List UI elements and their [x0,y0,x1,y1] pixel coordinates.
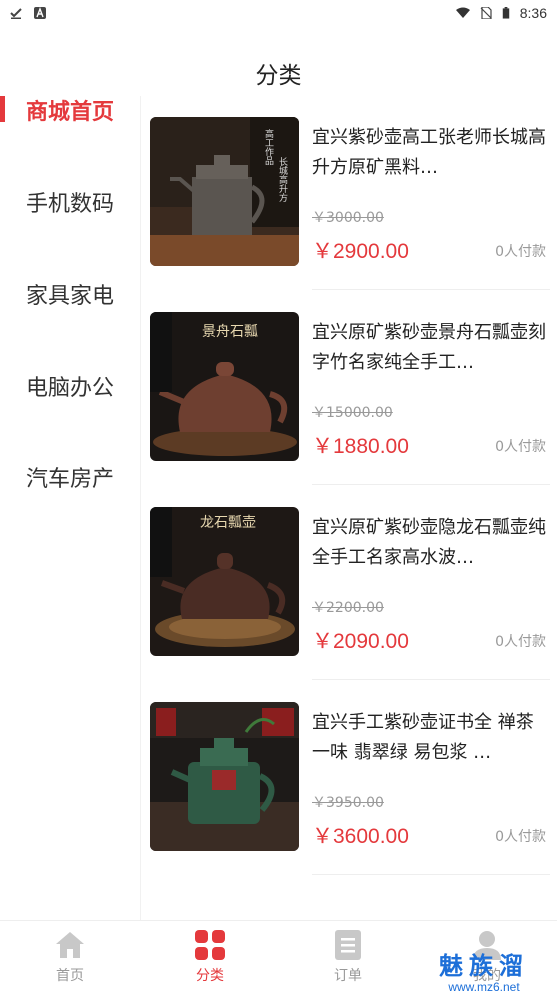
tab-category[interactable]: 分类 [170,929,250,985]
svg-text:高工作品: 高工作品 [263,128,274,166]
sidebar-item-computer-office[interactable]: 电脑办公 [0,356,140,416]
site-watermark: 魅族溜 www.mz6.net [414,952,554,994]
battery-icon [502,7,509,19]
svg-text:长城高升方: 长城高升方 [277,156,288,203]
original-price: ￥3950.00 [312,795,384,811]
sale-price: ￥2900.00 [312,240,409,263]
product-card[interactable]: 宜兴手工紫砂壶证书全 禅茶一味 翡翠绿 易包浆 … ￥3950.00 ￥3600… [150,702,550,875]
sidebar-item-label: 商城首页 [26,100,115,125]
category-sidebar: 商城首页 手机数码 家具家电 电脑办公 汽车房产 [0,80,140,920]
a-badge-icon [34,7,46,19]
product-title[interactable]: 宜兴手工紫砂壶证书全 禅茶一味 翡翠绿 易包浆 … [312,708,548,768]
sold-count: 0人付款 [495,829,546,845]
tab-label: 订单 [334,968,362,984]
sidebar-item-label: 手机数码 [26,192,115,217]
check-download-icon [10,8,22,19]
product-image[interactable] [150,702,299,851]
sale-price: ￥1880.00 [312,435,409,458]
sidebar-item-home-appliances[interactable]: 家具家电 [0,264,140,324]
tab-home[interactable]: 首页 [30,929,110,985]
sale-price: ￥2090.00 [312,630,409,653]
divider [312,484,550,485]
tab-orders[interactable]: 订单 [308,929,388,985]
original-price: ￥2200.00 [312,600,384,616]
sold-count: 0人付款 [495,244,546,260]
sidebar-item-car-property[interactable]: 汽车房产 [0,447,140,507]
watermark-url: www.mz6.net [448,980,520,994]
sold-count: 0人付款 [495,634,546,650]
svg-text:景舟石瓢: 景舟石瓢 [202,324,258,340]
sidebar-item-label: 家具家电 [26,284,115,309]
no-sim-icon [480,7,492,19]
tab-label: 首页 [56,968,84,984]
status-bar: 8:36 [0,0,557,26]
tab-label: 分类 [196,968,224,984]
product-title[interactable]: 宜兴原矿紫砂壶景舟石瓢壶刻字竹名家纯全手工… [312,318,548,378]
sale-price: ￥3600.00 [312,825,409,848]
sidebar-item-label: 汽车房产 [26,467,115,492]
product-image[interactable]: 景舟石瓢 [150,312,299,461]
product-image[interactable]: 龙石瓢壶 [150,507,299,656]
original-price: ￥3000.00 [312,210,384,226]
sidebar-item-digital[interactable]: 手机数码 [0,172,140,232]
product-card[interactable]: 高工作品 长城高升方 宜兴紫砂壶高工张老师长城高升方原矿黑料… ￥3000.00… [150,117,550,290]
product-card[interactable]: 景舟石瓢 宜兴原矿紫砂壶景舟石瓢壶刻字竹名家纯全手工… ￥15000.00 ￥1… [150,312,550,485]
sold-count: 0人付款 [495,439,546,455]
product-title[interactable]: 宜兴紫砂壶高工张老师长城高升方原矿黑料… [312,123,548,183]
home-icon [56,932,84,958]
divider [312,289,550,290]
product-card[interactable]: 龙石瓢壶 宜兴原矿紫砂壶隐龙石瓢壶纯全手工名家高水波… ￥2200.00 ￥20… [150,507,550,680]
sidebar-item-mall-home[interactable]: 商城首页 [0,80,140,140]
watermark-text: 魅族溜 [439,952,529,980]
original-price: ￥15000.00 [312,405,393,421]
divider [312,874,550,875]
wifi-icon [455,7,470,18]
product-image[interactable]: 高工作品 长城高升方 [150,117,299,266]
divider [312,679,550,680]
order-list-icon [335,930,361,960]
category-grid-icon [195,930,225,960]
sidebar-item-label: 电脑办公 [26,376,115,401]
sidebar-divider [140,96,141,920]
product-title[interactable]: 宜兴原矿紫砂壶隐龙石瓢壶纯全手工名家高水波… [312,513,548,573]
svg-text:龙石瓢壶: 龙石瓢壶 [200,515,256,531]
status-time: 8:36 [519,5,547,21]
